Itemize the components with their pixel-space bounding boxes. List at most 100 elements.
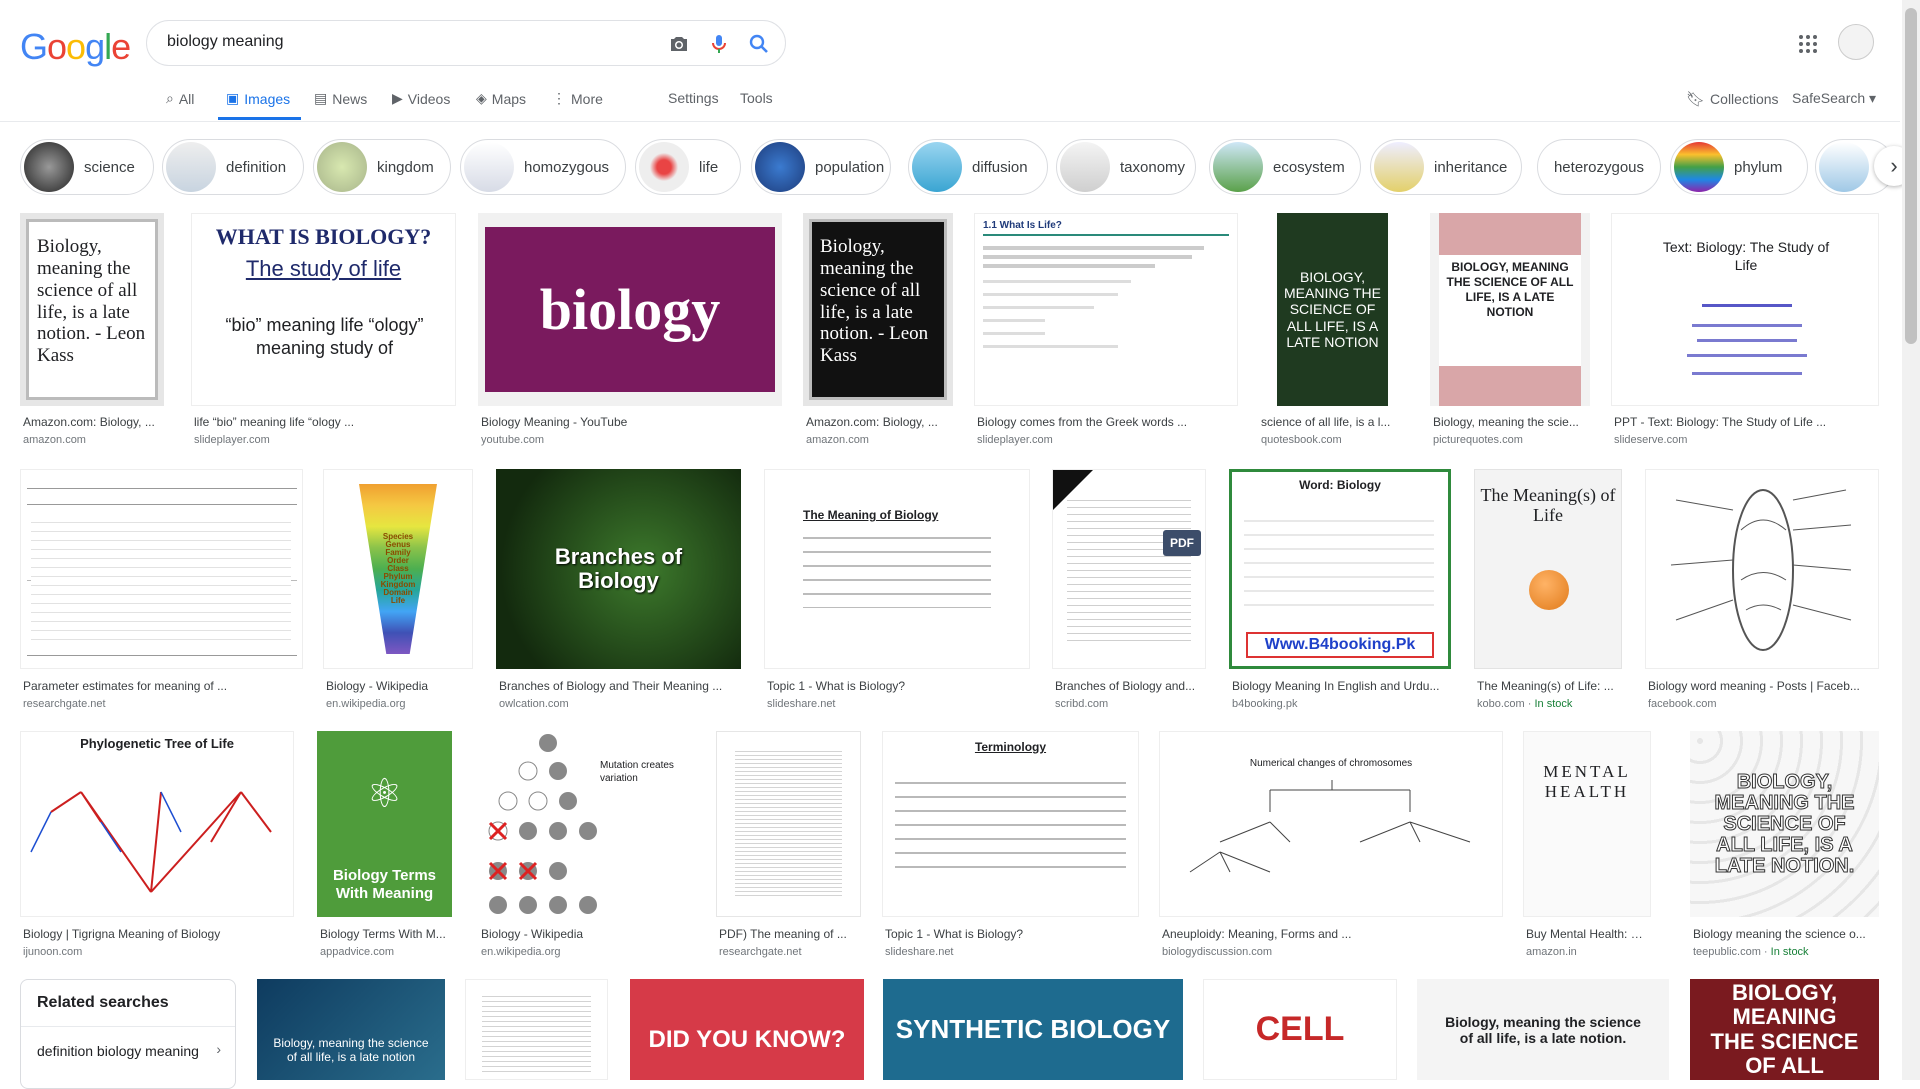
result-image[interactable]: PDF bbox=[1052, 469, 1206, 669]
chip-phylum[interactable]: phylum bbox=[1670, 139, 1808, 195]
avatar[interactable] bbox=[1838, 24, 1874, 60]
chip-population[interactable]: population bbox=[751, 139, 891, 195]
result-image[interactable]: Biology, meaning the science of all life… bbox=[20, 213, 164, 406]
chip-definition[interactable]: definition bbox=[162, 139, 304, 195]
collections-link[interactable]: 🔖︎ Collections bbox=[1686, 90, 1779, 108]
result-title[interactable]: science of all life, is a l... bbox=[1261, 415, 1407, 429]
tab-all[interactable]: ⌕ All bbox=[166, 90, 194, 107]
result-title[interactable]: Biology Meaning In English and Urdu... bbox=[1232, 679, 1450, 693]
result-tile[interactable]: Biology, meaning the science of all life… bbox=[20, 213, 164, 446]
result-tile[interactable]: Mutation creates variation Biology - Wik… bbox=[478, 731, 696, 961]
tools-link[interactable]: Tools bbox=[740, 90, 773, 106]
result-tile[interactable]: MENTAL HEALTH Buy Mental Health: Bi... a… bbox=[1523, 731, 1651, 961]
result-image[interactable]: 1.1 What Is Life? bbox=[974, 213, 1238, 406]
result-title[interactable]: PPT - Text: Biology: The Study of Life .… bbox=[1614, 415, 1878, 429]
result-image[interactable]: Biology, meaning the science of all life… bbox=[1417, 979, 1669, 1080]
result-tile[interactable]: Word: Biology Www.B4booking.Pk Biology M… bbox=[1229, 469, 1451, 710]
result-tile[interactable]: Biology, meaning the science of all life… bbox=[803, 213, 953, 446]
tab-more[interactable]: ⋮ More bbox=[552, 90, 603, 107]
result-image[interactable] bbox=[465, 979, 608, 1080]
result-title[interactable]: Biology, meaning the scie... bbox=[1433, 415, 1589, 429]
result-title[interactable]: Amazon.com: Biology, ... bbox=[23, 415, 163, 429]
result-title[interactable]: Biology Terms With M... bbox=[320, 927, 451, 941]
result-image[interactable]: Text: Biology: The Study of Life bbox=[1611, 213, 1879, 406]
result-title[interactable]: Biology - Wikipedia bbox=[326, 679, 472, 693]
result-tile[interactable]: WHAT IS BIOLOGY? The study of life “bio”… bbox=[191, 213, 459, 446]
result-title[interactable]: Topic 1 - What is Biology? bbox=[767, 679, 1029, 693]
search-box[interactable]: biology meaning bbox=[146, 20, 786, 66]
result-image[interactable]: The Meaning(s) of Life bbox=[1474, 469, 1622, 669]
result-tile[interactable]: 1.1 What Is Life? Biology comes from the… bbox=[974, 213, 1241, 446]
result-tile[interactable]: ⚛ Biology Terms With Meaning Biology Ter… bbox=[317, 731, 452, 961]
tab-images[interactable]: ▣ Images bbox=[226, 90, 290, 107]
search-input[interactable]: biology meaning bbox=[167, 33, 284, 51]
result-title[interactable]: Biology comes from the Greek words ... bbox=[977, 415, 1241, 429]
result-tile[interactable]: The Meaning(s) of Life The Meaning(s) of… bbox=[1474, 469, 1622, 710]
result-tile[interactable]: Branches of Biology Branches of Biology … bbox=[496, 469, 741, 710]
result-title[interactable]: Biology | Tigrigna Meaning of Biology bbox=[23, 927, 293, 941]
result-tile[interactable]: PDF) The meaning of ... researchgate.net bbox=[716, 731, 861, 961]
result-title[interactable]: PDF) The meaning of ... bbox=[719, 927, 860, 941]
chip-kingdom[interactable]: kingdom bbox=[313, 139, 451, 195]
scrollbar-thumb[interactable] bbox=[1905, 8, 1917, 344]
chip-science[interactable]: science bbox=[20, 139, 154, 195]
result-title[interactable]: Aneuploidy: Meaning, Forms and ... bbox=[1162, 927, 1502, 941]
result-image[interactable]: BIOLOGY, MEANING THE SCIENCE OF ALL LIFE… bbox=[1430, 213, 1590, 406]
result-tile[interactable]: BIOLOGY, MEANING THE SCIENCE OF ALL LIFE… bbox=[1258, 213, 1408, 446]
result-tile[interactable]: BIOLOGY, MEANING THE SCIENCE OF ALL LIFE… bbox=[1690, 731, 1879, 961]
chip-inheritance[interactable]: inheritance bbox=[1370, 139, 1522, 195]
chip-diffusion[interactable]: diffusion bbox=[908, 139, 1048, 195]
result-tile[interactable]: Phylogenetic Tree of Life Biology | Tigr… bbox=[20, 731, 294, 961]
tab-news[interactable]: ▤ News bbox=[314, 90, 367, 107]
result-image[interactable]: Word: Biology Www.B4booking.Pk bbox=[1229, 469, 1451, 669]
result-image[interactable] bbox=[1645, 469, 1879, 669]
mic-icon[interactable] bbox=[707, 32, 731, 56]
result-image[interactable] bbox=[716, 731, 861, 917]
result-tile[interactable]: Species Genus Family Order Class Phylum … bbox=[323, 469, 473, 710]
result-tile[interactable]: Numerical changes of chromosomes Aneuplo… bbox=[1159, 731, 1503, 961]
chip-homozygous[interactable]: homozygous bbox=[460, 139, 626, 195]
related-search-item[interactable]: definition biology meaning › bbox=[21, 1026, 235, 1074]
result-image[interactable]: MENTAL HEALTH bbox=[1523, 731, 1651, 917]
result-image[interactable]: Mutation creates variation bbox=[478, 731, 696, 917]
result-tile[interactable]: Terminology Topic 1 - What is Biology? s… bbox=[882, 731, 1139, 961]
camera-icon[interactable] bbox=[667, 32, 691, 56]
result-title[interactable]: The Meaning(s) of Life: ... bbox=[1477, 679, 1621, 693]
result-title[interactable]: Biology Meaning - YouTube bbox=[481, 415, 781, 429]
result-title[interactable]: Biology word meaning - Posts | Faceb... bbox=[1648, 679, 1878, 693]
result-title[interactable]: Branches of Biology and... bbox=[1055, 679, 1205, 693]
apps-icon[interactable] bbox=[1796, 32, 1820, 56]
result-image[interactable]: Biology, meaning the science of all life… bbox=[257, 979, 445, 1080]
result-image[interactable]: Biology, meaning the science of all life… bbox=[803, 213, 953, 406]
result-image[interactable]: BIOLOGY, MEANING THE SCIENCE OF ALL bbox=[1690, 979, 1879, 1080]
result-image[interactable]: Species Genus Family Order Class Phylum … bbox=[323, 469, 473, 669]
result-image[interactable]: BIOLOGY, MEANING THE SCIENCE OF ALL LIFE… bbox=[1258, 213, 1408, 406]
result-image[interactable]: Terminology bbox=[882, 731, 1139, 917]
result-image[interactable]: BIOLOGY, MEANING THE SCIENCE OF ALL LIFE… bbox=[1690, 731, 1879, 917]
result-tile[interactable]: Biology word meaning - Posts | Faceb... … bbox=[1645, 469, 1879, 710]
result-image[interactable]: Numerical changes of chromosomes bbox=[1159, 731, 1503, 917]
result-title[interactable]: Biology - Wikipedia bbox=[481, 927, 695, 941]
result-image[interactable] bbox=[20, 469, 303, 669]
result-image[interactable]: ⚛ Biology Terms With Meaning bbox=[317, 731, 452, 917]
result-title[interactable]: life “bio” meaning life “ology ... bbox=[194, 415, 459, 429]
result-title[interactable]: Branches of Biology and Their Meaning ..… bbox=[499, 679, 740, 693]
result-tile[interactable]: BIOLOGY, MEANING THE SCIENCE OF ALL LIFE… bbox=[1430, 213, 1590, 446]
result-title[interactable]: Parameter estimates for meaning of ... bbox=[23, 679, 303, 693]
result-tile[interactable]: biology Biology Meaning - YouTube youtub… bbox=[478, 213, 782, 446]
chip-heterozygous[interactable]: heterozygous bbox=[1537, 139, 1661, 195]
result-title[interactable]: Amazon.com: Biology, ... bbox=[806, 415, 952, 429]
google-logo[interactable]: Google bbox=[20, 26, 131, 68]
result-tile[interactable]: The Meaning of Biology Topic 1 - What is… bbox=[764, 469, 1030, 710]
result-image[interactable]: SYNTHETIC BIOLOGY bbox=[883, 979, 1183, 1080]
result-title[interactable]: Topic 1 - What is Biology? bbox=[885, 927, 1138, 941]
result-image[interactable]: Branches of Biology bbox=[496, 469, 741, 669]
tab-videos[interactable]: ▶ Videos bbox=[392, 90, 450, 107]
result-tile[interactable]: Text: Biology: The Study of Life PPT - T… bbox=[1611, 213, 1879, 446]
chip-ecosystem[interactable]: ecosystem bbox=[1209, 139, 1361, 195]
result-image[interactable]: CELL bbox=[1203, 979, 1397, 1080]
chip-taxonomy[interactable]: taxonomy bbox=[1056, 139, 1196, 195]
safesearch-toggle[interactable]: SafeSearch ▾ bbox=[1792, 90, 1876, 107]
settings-link[interactable]: Settings bbox=[668, 90, 719, 106]
result-image[interactable]: DID YOU KNOW? bbox=[630, 979, 864, 1080]
